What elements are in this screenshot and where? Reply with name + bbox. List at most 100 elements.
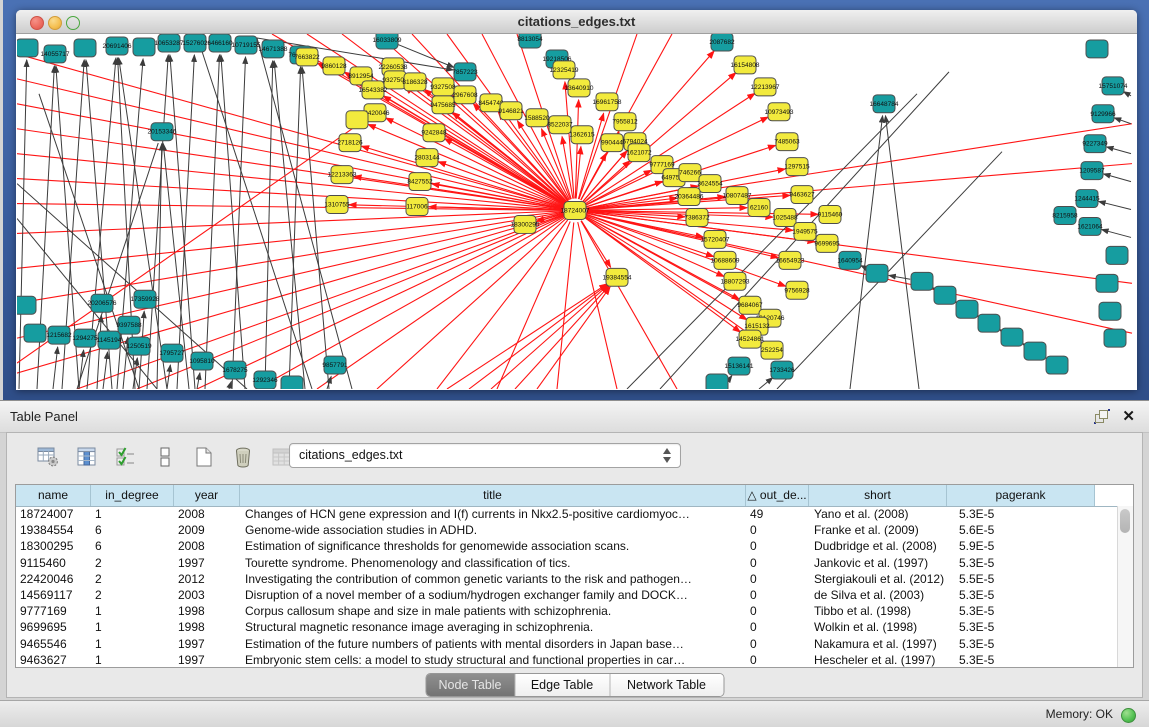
table-cell[interactable]: 0 <box>746 636 809 652</box>
tab-network-table[interactable]: Network Table <box>610 674 723 696</box>
graph-node[interactable]: 9242848 <box>421 124 447 142</box>
table-row[interactable]: 969969511998Structural magnetic resonanc… <box>16 619 1118 635</box>
graph-node[interactable]: 1678275 <box>222 361 248 379</box>
graph-node[interactable]: 1310755 <box>324 196 350 214</box>
table-cell[interactable]: Nakamura et al. (1997) <box>809 636 947 652</box>
graph-node[interactable]: 17359928 <box>131 290 160 308</box>
table-cell[interactable]: Estimation of significance thresholds fo… <box>240 538 746 554</box>
graph-node[interactable]: 9146821 <box>498 102 524 120</box>
table-cell[interactable]: Investigating the contribution of common… <box>240 571 746 587</box>
table-cell[interactable]: Structural magnetic resonance image aver… <box>240 619 746 635</box>
table-cell[interactable]: 14569117 <box>16 587 91 603</box>
graph-node[interactable]: 14524861 <box>736 330 765 348</box>
graph-node[interactable] <box>1046 356 1068 374</box>
graph-node[interactable]: 8186328 <box>402 73 428 91</box>
table-cell[interactable]: 5.9E-5 <box>947 538 1095 554</box>
graph-node[interactable]: 16961758 <box>593 93 622 111</box>
memory-status-icon[interactable] <box>1121 708 1136 723</box>
float-panel-icon[interactable] <box>1095 410 1109 423</box>
table-cell[interactable]: Franke et al. (2009) <box>809 522 947 538</box>
graph-node[interactable] <box>281 376 303 389</box>
graph-node[interactable]: 20206576 <box>88 294 117 312</box>
delete-column-icon[interactable] <box>230 445 256 469</box>
graph-node[interactable]: 10653287 <box>155 34 184 52</box>
table-cell[interactable]: 6 <box>91 538 174 554</box>
table-row[interactable]: 1830029562008Estimation of significance … <box>16 538 1118 554</box>
graph-node[interactable]: 1294275 <box>72 329 98 347</box>
table-cell[interactable]: Wolkin et al. (1998) <box>809 619 947 635</box>
table-cell[interactable]: 1 <box>91 619 174 635</box>
graph-node[interactable]: 1209587 <box>1079 162 1105 180</box>
graph-node[interactable]: 117006 <box>406 198 428 216</box>
graph-node[interactable] <box>1096 274 1118 292</box>
column-header-out_de[interactable]: △ out_de... <box>746 485 809 506</box>
graph-node[interactable] <box>17 39 38 57</box>
graph-node[interactable] <box>74 39 96 57</box>
table-cell[interactable]: Tibbo et al. (1998) <box>809 603 947 619</box>
table-row[interactable]: 1938455462009Genome-wide association stu… <box>16 522 1118 538</box>
graph-node[interactable]: 1621072 <box>626 144 652 162</box>
graph-node[interactable]: 15136141 <box>725 357 754 375</box>
network-canvas[interactable]: 1405571720691406106532871527602646616010… <box>17 34 1136 389</box>
graph-node[interactable]: 7663822 <box>294 48 320 66</box>
column-header-pagerank[interactable]: pagerank <box>947 485 1095 506</box>
close-panel-icon[interactable]: ✕ <box>1122 407 1135 425</box>
table-cell[interactable]: Stergiakouli et al. (2012) <box>809 571 947 587</box>
column-header-short[interactable]: short <box>809 485 947 506</box>
graph-node[interactable]: 1292346 <box>252 371 278 389</box>
graph-node[interactable]: 990444 <box>601 134 623 152</box>
graph-node[interactable]: 1297515 <box>784 158 810 176</box>
graph-node[interactable]: 1527602 <box>182 34 208 52</box>
table-cell[interactable]: 0 <box>746 619 809 635</box>
network-table-select[interactable]: citations_edges.txt <box>289 443 681 468</box>
graph-node[interactable] <box>133 38 155 56</box>
table-row[interactable]: 911546021997Tourette syndrome. Phenomeno… <box>16 555 1118 571</box>
table-cell[interactable]: 1 <box>91 636 174 652</box>
table-cell[interactable]: Genome-wide association studies in ADHD. <box>240 522 746 538</box>
graph-node[interactable]: 9227349 <box>1082 135 1108 153</box>
graph-node[interactable]: 2087682 <box>709 34 735 51</box>
table-cell[interactable]: 0 <box>746 571 809 587</box>
graph-node[interactable]: 8215958 <box>1052 207 1078 225</box>
table-cell[interactable]: 1997 <box>174 652 240 667</box>
graph-node[interactable] <box>1086 40 1108 58</box>
table-cell[interactable]: 1 <box>91 506 174 522</box>
table-row[interactable]: 977716911998Corpus callosum shape and si… <box>16 603 1118 619</box>
graph-node[interactable]: 16543382 <box>359 81 388 99</box>
table-cell[interactable]: 5.3E-5 <box>947 603 1095 619</box>
graph-node[interactable]: 7386372 <box>684 209 710 227</box>
table-cell[interactable]: 9777169 <box>16 603 91 619</box>
graph-node[interactable]: 18300295 <box>511 215 540 233</box>
table-cell[interactable]: Yano et al. (2008) <box>809 506 947 522</box>
table-cell[interactable]: 9463627 <box>16 652 91 667</box>
table-cell[interactable]: 2008 <box>174 538 240 554</box>
table-cell[interactable]: 5.3E-5 <box>947 636 1095 652</box>
table-cell[interactable]: 6 <box>91 522 174 538</box>
graph-node[interactable]: 3624554 <box>697 175 723 193</box>
table-cell[interactable]: Changes of HCN gene expression and I(f) … <box>240 506 746 522</box>
zoom-window-button[interactable] <box>66 16 80 30</box>
graph-node[interactable] <box>24 324 46 342</box>
table-cell[interactable]: 19384554 <box>16 522 91 538</box>
minimize-window-button[interactable] <box>48 16 62 30</box>
table-cell[interactable]: Hescheler et al. (1997) <box>809 652 947 667</box>
table-row[interactable]: 946362711997Embryonic stem cells: a mode… <box>16 652 1118 667</box>
table-cell[interactable]: 2 <box>91 571 174 587</box>
graph-node[interactable]: 2718126 <box>337 134 363 152</box>
graph-node[interactable]: 1795727 <box>159 344 185 362</box>
table-cell[interactable]: 0 <box>746 538 809 554</box>
graph-node[interactable]: 14671388 <box>259 40 288 58</box>
graph-node[interactable]: 20691406 <box>103 37 132 55</box>
table-settings-icon[interactable] <box>35 445 61 469</box>
table-cell[interactable]: 2 <box>91 587 174 603</box>
graph-node[interactable]: 15751074 <box>1099 77 1128 95</box>
graph-node[interactable] <box>1099 302 1121 320</box>
table-cell[interactable]: 5.3E-5 <box>947 619 1095 635</box>
graph-node[interactable]: 14055717 <box>41 45 70 63</box>
graph-node[interactable]: 12213967 <box>751 78 780 96</box>
graph-node[interactable] <box>1001 328 1023 346</box>
graph-node[interactable]: 12213363 <box>328 166 357 184</box>
table-cell[interactable]: 0 <box>746 652 809 667</box>
graph-node[interactable]: 13640910 <box>565 79 594 97</box>
graph-node[interactable] <box>978 314 1000 332</box>
